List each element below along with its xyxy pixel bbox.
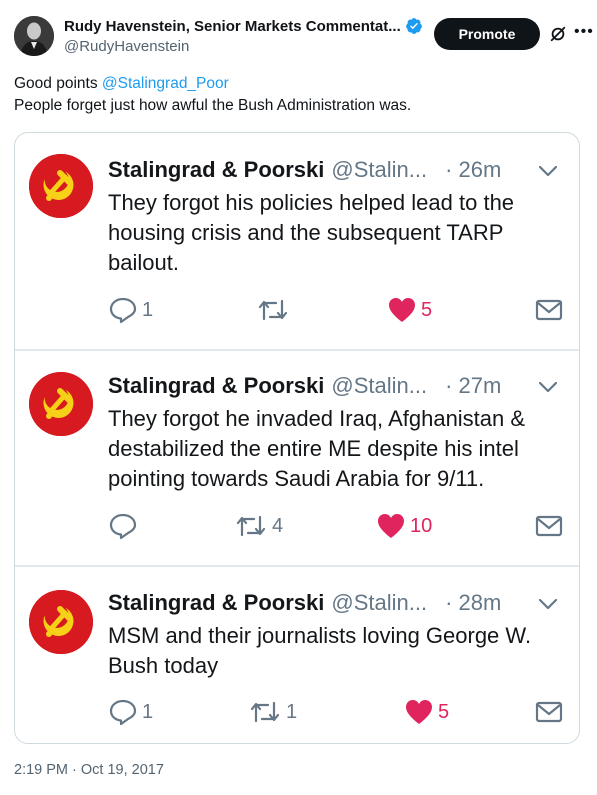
retweet-button[interactable]: 1 [248,697,297,727]
tweet-text: Good points @Stalingrad_Poor People forg… [14,73,584,117]
heart-icon [389,298,415,322]
reply-button[interactable]: 1 [108,295,153,325]
embedded-author-handle[interactable]: @Stalin... [331,590,427,616]
reply-count: 1 [142,700,154,723]
share-button[interactable] [535,697,563,727]
embedded-author-name[interactable]: Stalingrad & Poorski [108,157,324,183]
tweet-header: Rudy Havenstein, Senior Markets Commenta… [14,14,593,58]
reply-button[interactable]: 1 [108,697,153,727]
heart-icon [378,514,404,538]
like-count: 5 [438,700,450,723]
tweet-timestamp[interactable]: 2:19 PM · Oct 19, 2017 [14,762,164,778]
author-display-name[interactable]: Rudy Havenstein, Senior Markets Commenta… [64,16,444,36]
embedded-timestamp[interactable]: · 28m [445,590,501,616]
retweet-button[interactable] [256,295,294,325]
embedded-author-handle[interactable]: @Stalin... [331,157,427,183]
tweet-text-line-2: People forget just how awful the Bush Ad… [14,97,412,114]
retweet-button[interactable]: 4 [234,511,283,541]
embedded-tweet-header: Stalingrad & Poorski @Stalin... · 28m [108,590,501,616]
embedded-tweet[interactable]: Stalingrad & Poorski @Stalin... · 26m Th… [15,133,579,351]
embedded-author-name[interactable]: Stalingrad & Poorski [108,590,324,616]
retweet-icon [258,299,288,321]
hammer-sickle-avatar-icon[interactable] [29,372,93,436]
embedded-tweet-actions: 1 1 5 [108,697,568,727]
author-handle[interactable]: @RudyHavenstein [64,38,444,55]
like-button[interactable]: 10 [376,511,432,541]
embedded-author-name[interactable]: Stalingrad & Poorski [108,373,324,399]
embedded-tweets-card[interactable]: Stalingrad & Poorski @Stalin... · 26m Th… [14,132,580,744]
embedded-tweet[interactable]: Stalingrad & Poorski @Stalin... · 27m Th… [15,351,579,567]
embedded-timestamp[interactable]: · 27m [445,373,501,399]
more-icon[interactable]: ••• [574,23,594,41]
chevron-down-icon[interactable] [538,597,558,611]
embedded-tweet-text: They forgot he invaded Iraq, Afghanistan… [108,406,526,491]
verified-badge-icon [405,18,422,34]
like-count: 10 [410,514,433,537]
embedded-timestamp[interactable]: · 26m [445,157,501,183]
envelope-icon [535,515,563,537]
envelope-icon [535,701,563,723]
embedded-tweet-text: They forgot his policies helped lead to … [108,190,515,275]
reply-icon [109,513,137,540]
reply-button[interactable] [108,511,142,541]
share-button[interactable] [535,295,563,325]
embedded-tweet[interactable]: Stalingrad & Poorski @Stalin... · 28m MS… [15,567,579,743]
reply-icon [109,699,137,726]
tweet-text-prefix: Good points [14,75,102,92]
heart-icon [406,700,432,724]
chevron-down-icon[interactable] [538,380,558,394]
retweet-count: 4 [272,514,284,537]
like-button[interactable]: 5 [387,295,432,325]
share-button[interactable] [535,511,563,541]
hammer-sickle-avatar-icon[interactable] [29,590,93,654]
embedded-tweet-header: Stalingrad & Poorski @Stalin... · 27m [108,373,501,399]
envelope-icon [535,299,563,321]
author-info: Rudy Havenstein, Senior Markets Commenta… [64,16,444,55]
like-button[interactable]: 5 [404,697,449,727]
embedded-tweet-text: MSM and their journalists loving George … [108,623,532,678]
chevron-down-icon[interactable] [538,164,558,178]
author-avatar[interactable] [14,16,54,56]
retweet-icon [236,515,266,537]
hammer-sickle-avatar-icon[interactable] [29,154,93,218]
reply-count: 1 [142,298,154,321]
retweet-icon [250,701,280,723]
embedded-author-handle[interactable]: @Stalin... [331,373,427,399]
grok-icon[interactable] [549,25,567,43]
embedded-tweet-actions: 1 5 [108,295,568,325]
embedded-tweet-header: Stalingrad & Poorski @Stalin... · 26m [108,157,501,183]
mention-link[interactable]: @Stalingrad_Poor [102,75,229,92]
promote-button[interactable]: Promote [434,18,540,50]
like-count: 5 [421,298,433,321]
retweet-count: 1 [286,700,298,723]
embedded-tweet-actions: 4 10 [108,511,568,541]
reply-icon [109,297,137,324]
